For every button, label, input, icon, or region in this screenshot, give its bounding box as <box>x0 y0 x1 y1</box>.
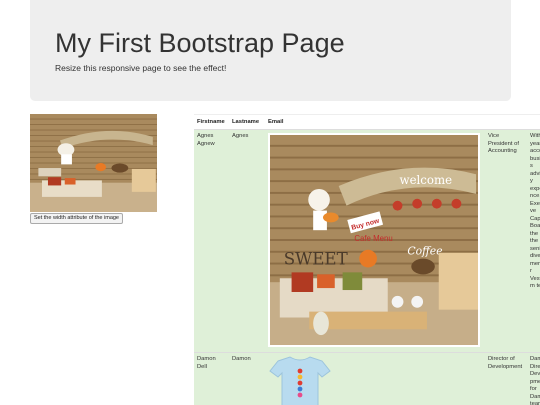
employee-table-wrapper: Firstname Lastname Email Agnes Agnew Agn… <box>194 114 540 405</box>
table-header-row: Firstname Lastname Email <box>194 114 540 130</box>
cafe-mural-graphic: welcome Buy now Cafe Menu SWEET Coffee <box>270 135 478 345</box>
set-width-button[interactable]: Set the width attribute of the image <box>30 213 123 224</box>
jumbotron: My First Bootstrap Page Resize this resp… <box>30 0 511 101</box>
mural-sweet-text: SWEET <box>284 250 348 269</box>
cell-position: Director of Development <box>485 352 527 405</box>
header-col4 <box>485 114 527 130</box>
cell-bio: Damon Director Development for Damon tea… <box>527 352 540 405</box>
header-firstname: Firstname <box>194 114 229 130</box>
page-title: My First Bootstrap Page <box>55 28 345 58</box>
mural-coffee-text: Coffee <box>407 245 442 258</box>
employee-table: Firstname Lastname Email Agnes Agnew Agn… <box>194 114 540 405</box>
cell-position: Vice President of Accounting <box>485 129 527 353</box>
cafe-mural-image <box>30 114 157 212</box>
header-lastname: Lastname <box>229 114 265 130</box>
cell-email <box>265 352 485 405</box>
cell-firstname: Agnes Agnew <box>194 129 229 353</box>
cell-lastname: Damon <box>229 352 265 405</box>
mural-welcome-text: welcome <box>400 173 453 187</box>
header-col5 <box>527 114 540 130</box>
cell-email: welcome Buy now Cafe Menu SWEET Coffee <box>265 129 485 353</box>
page-subtitle: Resize this responsive page to see the e… <box>55 63 227 73</box>
table-row: Agnes Agnew Agnes welcome Buy now Cafe M… <box>194 129 540 353</box>
mural-menu-text: Cafe Menu <box>354 234 392 243</box>
cafe-mural-image: welcome Buy now Cafe Menu SWEET Coffee <box>268 133 480 347</box>
table-row: Damon Dell Damon Director of Development… <box>194 352 540 405</box>
header-email: Email <box>265 114 485 130</box>
cell-lastname: Agnes <box>229 129 265 353</box>
cell-bio: With years account business advisory exp… <box>527 129 540 353</box>
cell-firstname: Damon Dell <box>194 352 229 405</box>
tshirt-image <box>269 356 331 405</box>
cafe-mural-graphic <box>30 114 157 212</box>
